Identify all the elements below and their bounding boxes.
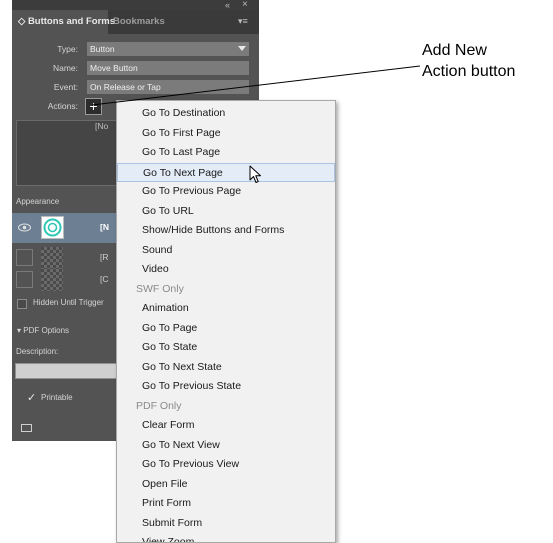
callout-line-2: Action button (422, 63, 516, 80)
callout-label: Add New Action button (422, 40, 515, 82)
callout-line-1: Add New (422, 42, 487, 59)
